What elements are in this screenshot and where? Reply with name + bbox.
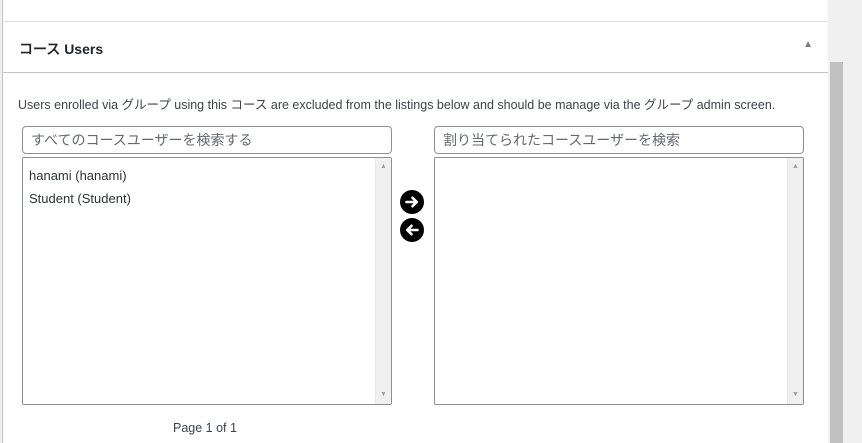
available-users-options: hanami (hanami) Student (Student)	[29, 166, 131, 212]
remove-user-button[interactable]	[400, 218, 424, 242]
list-scrollbar[interactable]: ▲ ▼	[787, 158, 803, 404]
metabox-description: Users enrolled via グループ using this コース a…	[18, 98, 776, 112]
metabox-title: コース Users	[19, 41, 104, 57]
metabox-header[interactable]: コース Users ▲	[3, 22, 829, 73]
pagination-label: Page 1 of 1	[173, 421, 237, 435]
collapse-toggle-icon[interactable]: ▲	[803, 39, 813, 50]
list-item[interactable]: Student (Student)	[29, 189, 131, 212]
list-scrollbar[interactable]: ▲ ▼	[375, 158, 391, 404]
scroll-up-icon[interactable]: ▲	[376, 160, 391, 174]
arrow-right-circle-icon	[405, 196, 419, 208]
list-item[interactable]: hanami (hanami)	[29, 166, 131, 189]
scroll-down-icon[interactable]: ▼	[788, 388, 803, 402]
scroll-up-icon[interactable]: ▲	[788, 160, 803, 174]
assigned-users-list[interactable]: ▲ ▼	[434, 157, 804, 405]
add-user-button[interactable]	[400, 190, 424, 214]
arrow-left-circle-icon	[405, 224, 419, 236]
available-users-list[interactable]: hanami (hanami) Student (Student) ▲ ▼	[22, 157, 392, 405]
search-all-users-input[interactable]	[22, 126, 392, 154]
page-scrollbar[interactable]	[828, 0, 845, 443]
scroll-down-icon[interactable]: ▼	[376, 388, 391, 402]
search-assigned-users-input[interactable]	[434, 126, 804, 154]
page-scrollbar-thumb[interactable]	[830, 62, 843, 443]
course-users-metabox: コース Users ▲ Users enrolled via グループ usin…	[2, 0, 830, 443]
